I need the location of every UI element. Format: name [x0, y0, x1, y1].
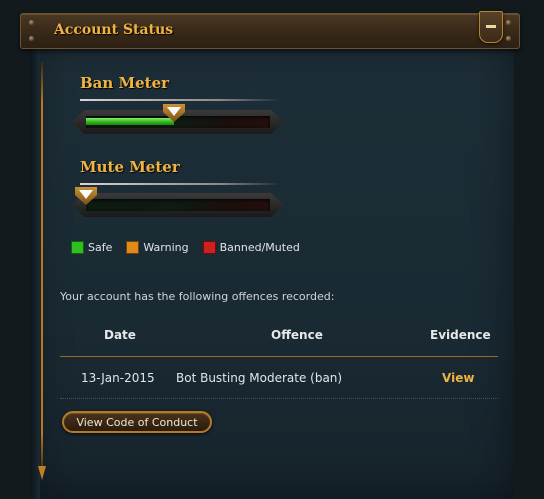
row-divider	[60, 398, 498, 399]
safe-swatch-icon	[71, 241, 84, 254]
legend-label: Banned/Muted	[219, 241, 300, 254]
rivet-icon	[29, 20, 34, 25]
column-header-evidence: Evidence	[430, 328, 491, 342]
column-header-offence: Offence	[271, 328, 323, 342]
offence-description: Bot Busting Moderate (ban)	[176, 371, 343, 385]
panel-title: Account Status	[54, 22, 174, 38]
legend-item-safe: Safe	[71, 241, 112, 254]
column-header-date: Date	[104, 328, 136, 342]
mute-meter-divider	[80, 183, 280, 185]
rivet-icon	[506, 20, 511, 25]
legend-item-warning: Warning	[126, 241, 189, 254]
decorative-gold-line	[41, 62, 43, 474]
warning-swatch-icon	[126, 241, 140, 254]
panel-header: Account Status	[20, 11, 520, 49]
ban-meter-title: Ban Meter	[80, 74, 170, 92]
panel-edge	[30, 44, 40, 499]
legend-label: Warning	[143, 241, 189, 254]
minus-icon	[486, 25, 496, 28]
legend-item-banned: Banned/Muted	[202, 241, 300, 254]
header-divider	[60, 356, 498, 357]
offences-intro-text: Your account has the following offences …	[60, 290, 335, 303]
ban-meter-fill	[86, 118, 174, 125]
mute-meter-title: Mute Meter	[80, 158, 180, 176]
ban-meter-divider	[80, 99, 280, 101]
view-code-of-conduct-button[interactable]: View Code of Conduct	[62, 411, 212, 433]
banned-swatch-icon	[202, 241, 216, 254]
meter-legend: Safe Warning Banned/Muted	[71, 241, 314, 254]
rivet-icon	[506, 36, 511, 41]
rivet-icon	[29, 36, 34, 41]
view-evidence-link[interactable]: View	[442, 371, 474, 385]
mute-meter-track	[86, 199, 270, 211]
mute-meter-bar	[72, 193, 284, 217]
offence-date: 13-Jan-2015	[81, 371, 155, 385]
legend-label: Safe	[88, 241, 113, 254]
collapse-button[interactable]	[479, 11, 503, 43]
